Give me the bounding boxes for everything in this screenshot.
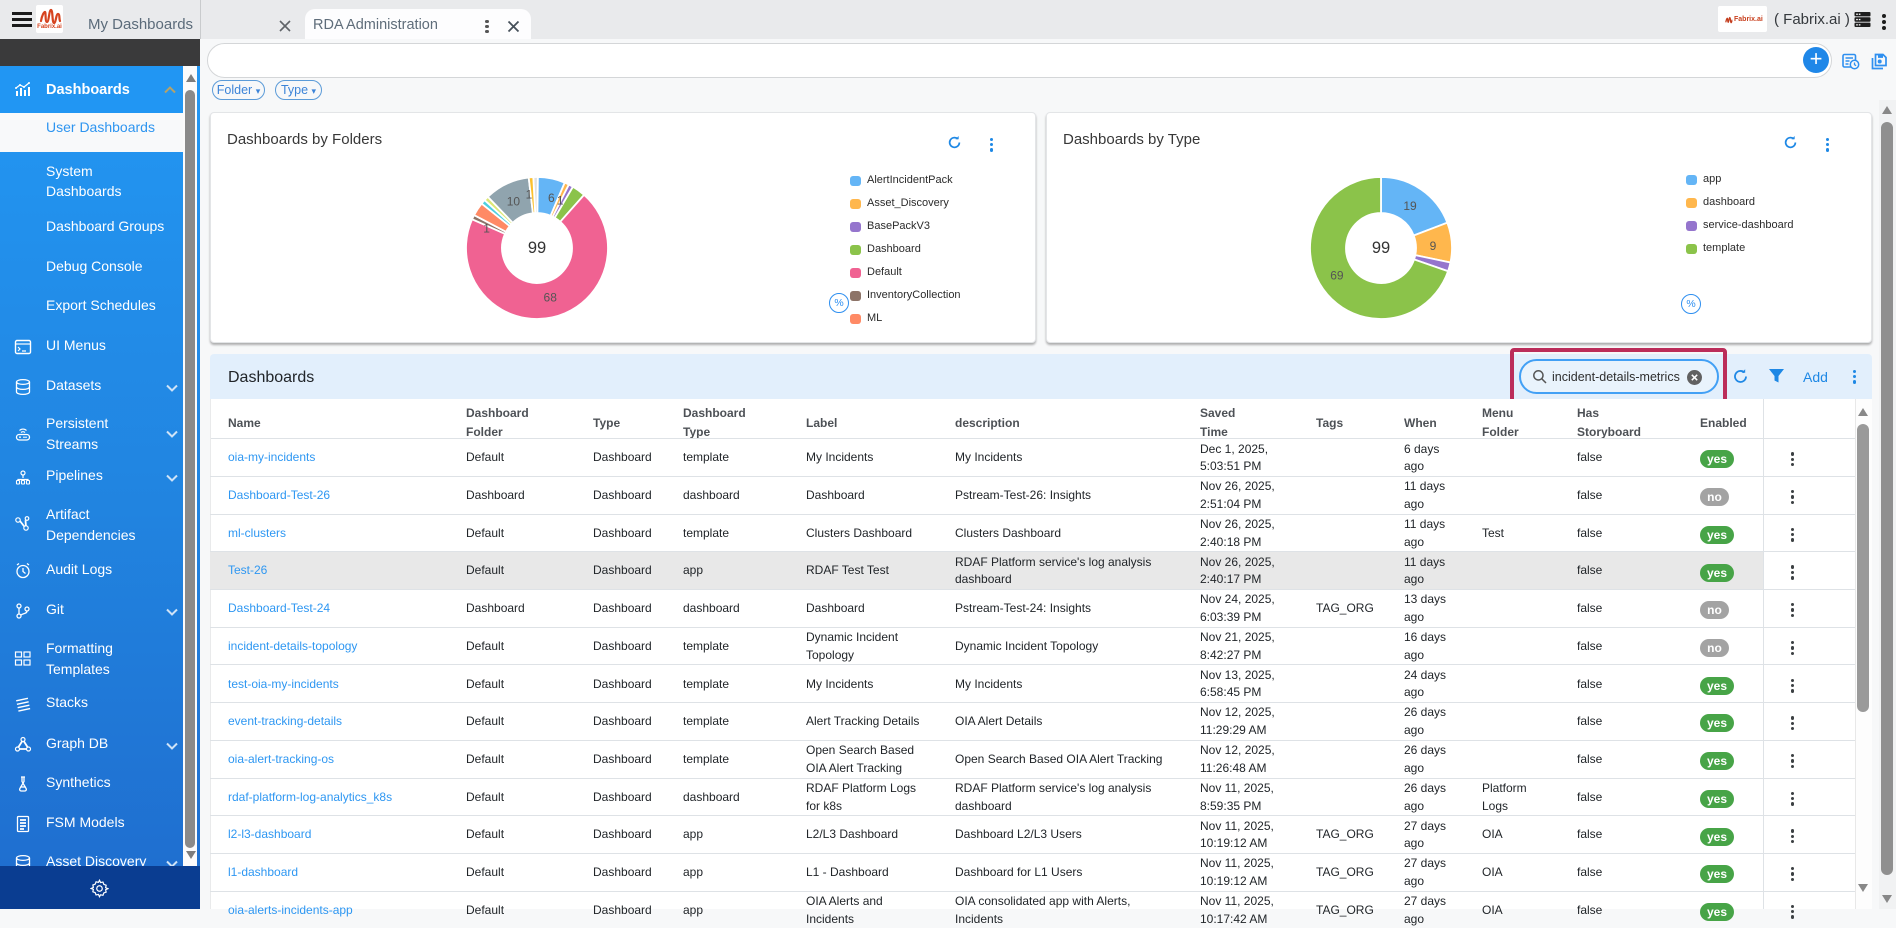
svg-text:19: 19 xyxy=(1403,199,1417,213)
svg-text:6: 6 xyxy=(548,191,555,205)
svg-text:99: 99 xyxy=(1372,239,1390,257)
svg-text:99: 99 xyxy=(528,239,546,257)
svg-text:68: 68 xyxy=(544,290,558,304)
svg-text:1: 1 xyxy=(557,193,564,207)
svg-text:9: 9 xyxy=(1430,239,1437,253)
svg-text:10: 10 xyxy=(507,195,521,209)
svg-text:69: 69 xyxy=(1330,269,1344,283)
svg-text:1: 1 xyxy=(483,222,490,236)
svg-text:1: 1 xyxy=(526,188,533,202)
